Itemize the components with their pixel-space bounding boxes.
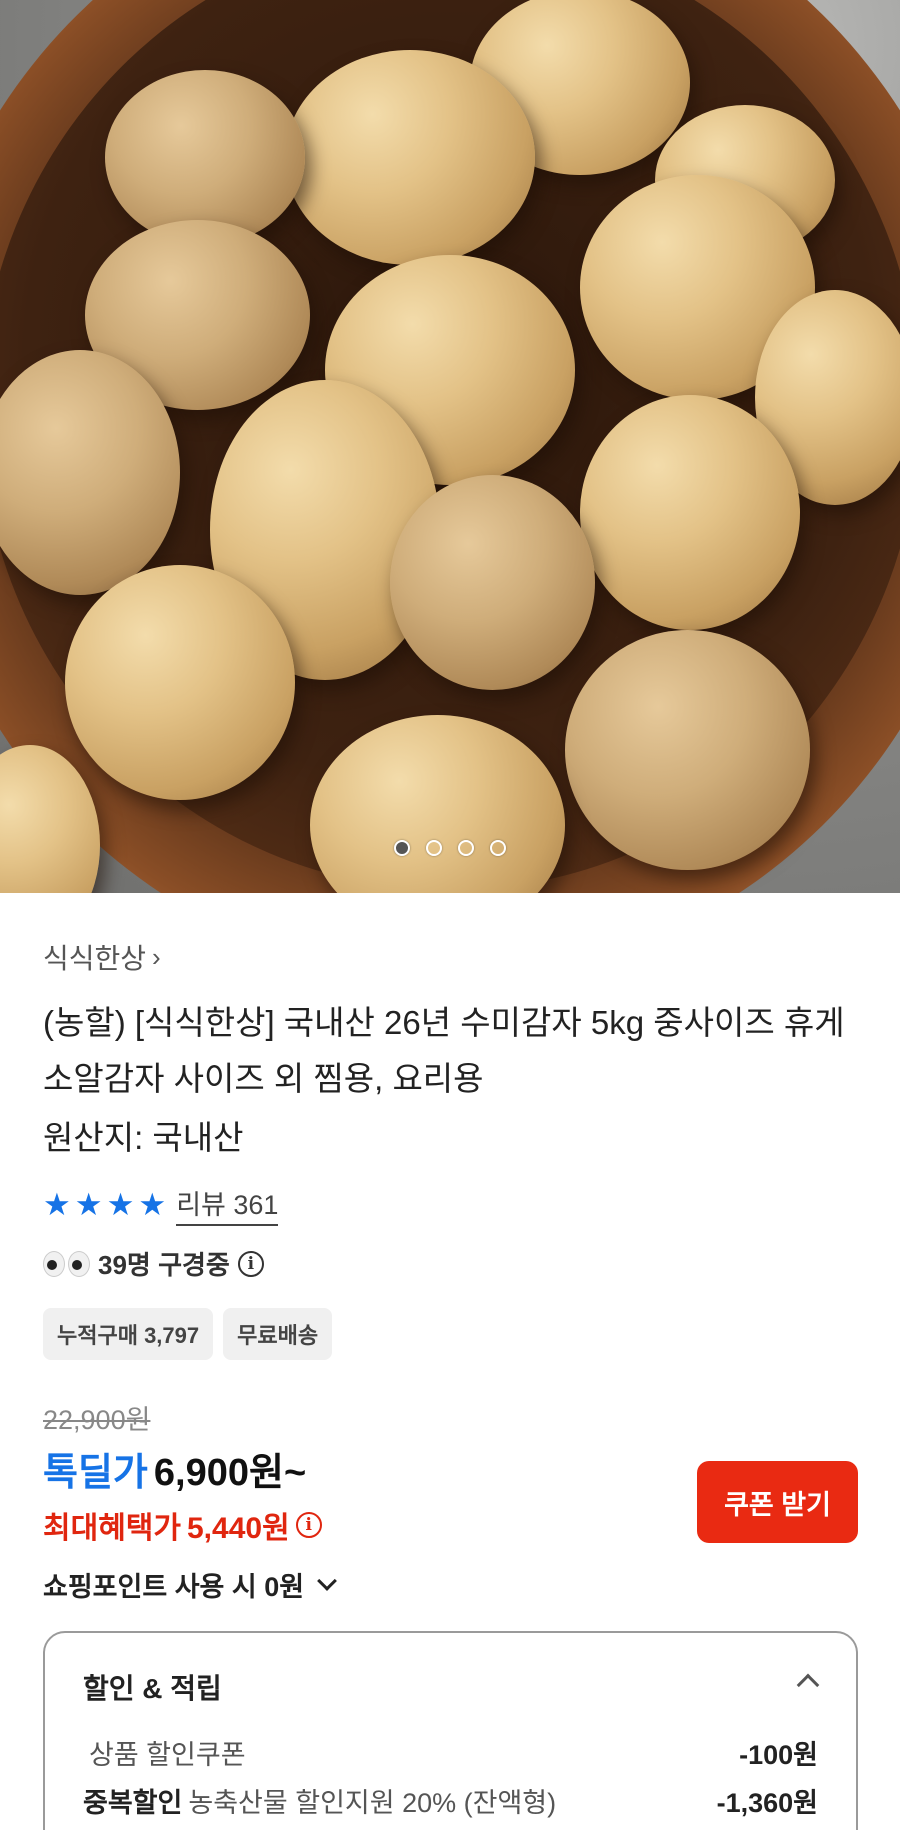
max-benefit-row: 최대혜택가 5,440원 i xyxy=(43,1503,322,1547)
rating-row[interactable]: ★ ★ ★ ★ 리뷰 361 xyxy=(43,1183,279,1226)
discount-row: 중복할인 농축산물 할인지원 20% (잔액형) -1,360원 xyxy=(83,1781,818,1820)
max-benefit-label: 최대혜택가 xyxy=(43,1512,181,1545)
shopping-points-toggle[interactable]: 쇼핑포인트 사용 시 0원 xyxy=(43,1565,337,1604)
brand-name: 식식한상 xyxy=(43,943,147,974)
discount-panel: 할인 & 적립 상품 할인쿠폰 -100원 중복할인 농축산물 할인지원 20% … xyxy=(43,1631,858,1830)
max-benefit-price: 5,440원 xyxy=(187,1512,290,1545)
star-icon: ★ xyxy=(106,1186,135,1222)
viewers-text: 39명 구경중 xyxy=(98,1250,230,1280)
discount-label: 상품 할인쿠폰 xyxy=(89,1740,246,1770)
brand-link[interactable]: 식식한상 › xyxy=(43,937,161,977)
info-icon[interactable]: i xyxy=(295,1512,322,1538)
product-chips: 누적구매 3,797 무료배송 xyxy=(43,1308,333,1360)
product-origin: 원산지: 국내산 xyxy=(43,1119,244,1156)
eyes-icon xyxy=(43,1250,90,1277)
viewers-indicator: 39명 구경중 i xyxy=(43,1245,264,1282)
chevron-up-icon[interactable] xyxy=(796,1673,820,1697)
chevron-right-icon: › xyxy=(152,941,161,972)
deal-price: 6,900원~ xyxy=(153,1452,307,1494)
discount-amount: -1,360원 xyxy=(716,1788,818,1818)
star-icon: ★ xyxy=(138,1186,167,1222)
discount-label: 중복할인 농축산물 할인지원 20% (잔액형) xyxy=(83,1788,557,1818)
carousel-dot[interactable] xyxy=(458,840,474,856)
purchase-count-chip: 누적구매 3,797 xyxy=(43,1308,214,1360)
carousel-dot[interactable] xyxy=(426,840,442,856)
discount-row: 상품 할인쿠폰 -100원 xyxy=(83,1733,818,1772)
discount-amount: -100원 xyxy=(739,1740,818,1770)
points-text: 쇼핑포인트 사용 시 0원 xyxy=(43,1572,305,1602)
carousel-dot[interactable] xyxy=(394,840,410,856)
review-count-link[interactable]: 리뷰 361 xyxy=(176,1183,279,1226)
get-coupon-button[interactable]: 쿠폰 받기 xyxy=(697,1461,858,1543)
deal-price-row: 톡딜가 6,900원~ xyxy=(43,1441,306,1496)
duplicate-discount-label: 중복할인 xyxy=(83,1788,183,1818)
deal-label: 톡딜가 xyxy=(43,1452,148,1494)
carousel-dot[interactable] xyxy=(490,840,506,856)
star-icon: ★ xyxy=(74,1186,103,1222)
carousel-indicators xyxy=(0,840,900,856)
chevron-down-icon xyxy=(317,1570,337,1591)
product-image-carousel[interactable] xyxy=(0,0,900,893)
original-price: 22,900원 xyxy=(43,1405,151,1435)
product-title: (농할) [식식한상] 국내산 26년 수미감자 5kg 중사이즈 휴게소알감자… xyxy=(43,1004,845,1097)
discount-title: 할인 & 적립 xyxy=(83,1673,222,1704)
star-icon: ★ xyxy=(43,1186,71,1222)
info-icon[interactable]: i xyxy=(237,1250,264,1277)
free-shipping-chip: 무료배송 xyxy=(223,1308,333,1360)
